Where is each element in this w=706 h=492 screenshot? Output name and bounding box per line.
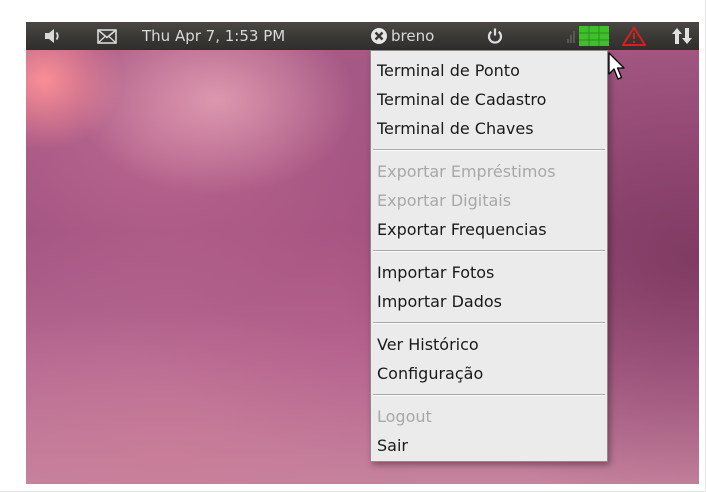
user-x-icon — [370, 25, 388, 47]
app-indicator-menu: Terminal de Ponto Terminal de Cadastro T… — [370, 50, 608, 462]
volume-icon[interactable] — [44, 25, 62, 47]
menu-item-terminal-de-chaves[interactable]: Terminal de Chaves — [377, 118, 534, 140]
menu-item-importar-fotos[interactable]: Importar Fotos — [377, 262, 494, 284]
menu-item-exportar-frequencias[interactable]: Exportar Frequencias — [377, 219, 547, 241]
menu-item-importar-dados[interactable]: Importar Dados — [377, 291, 502, 313]
menu-separator — [373, 149, 605, 151]
username[interactable]: breno — [391, 25, 434, 47]
menu-item-sair[interactable]: Sair — [377, 435, 408, 457]
mouse-cursor-icon — [608, 52, 625, 80]
menu-separator — [373, 394, 605, 396]
power-icon[interactable] — [486, 25, 504, 47]
menu-item-ver-historico[interactable]: Ver Histórico — [377, 334, 479, 356]
menu-item-logout: Logout — [377, 407, 432, 426]
top-panel: Thu Apr 7, 1:53 PM breno — [26, 22, 699, 50]
network-arrows-icon[interactable] — [671, 25, 693, 47]
menu-separator — [373, 250, 605, 252]
mail-icon[interactable] — [97, 25, 117, 47]
green-grid-icon[interactable] — [579, 25, 609, 47]
signal-bars-icon[interactable] — [566, 25, 576, 47]
menu-item-exportar-emprestimos: Exportar Empréstimos — [377, 162, 556, 181]
warning-triangle-icon[interactable] — [622, 25, 646, 47]
menu-separator — [373, 322, 605, 324]
menu-item-terminal-de-cadastro[interactable]: Terminal de Cadastro — [377, 89, 546, 111]
menu-item-exportar-digitais: Exportar Digitais — [377, 191, 512, 210]
menu-item-terminal-de-ponto[interactable]: Terminal de Ponto — [377, 60, 520, 82]
menu-item-configuracao[interactable]: Configuração — [377, 363, 483, 385]
clock[interactable]: Thu Apr 7, 1:53 PM — [142, 25, 285, 47]
